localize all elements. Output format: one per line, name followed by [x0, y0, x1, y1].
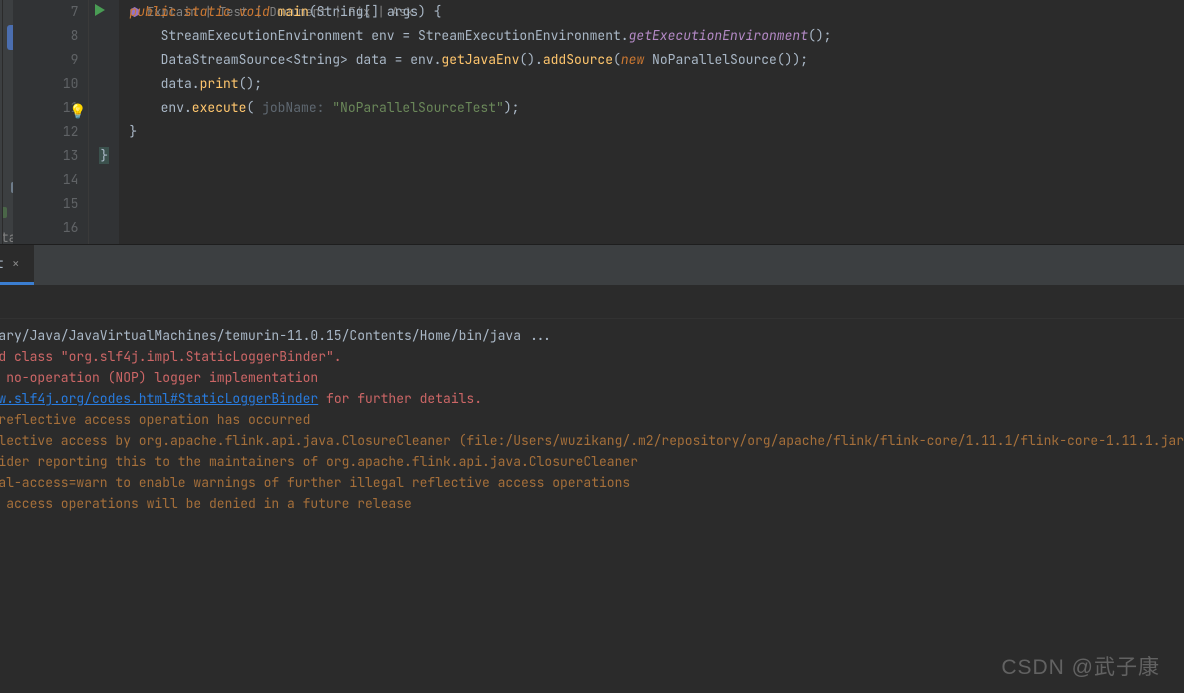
console-line: WARNING: Illegal reflective access by or… — [0, 430, 1184, 451]
console-line: WARNING: An illegal reflective access op… — [0, 409, 1184, 430]
line-number: 10 — [13, 72, 78, 96]
console-line: SLF4J: See http://www.slf4j.org/codes.ht… — [0, 388, 1184, 409]
line-number: 14 — [13, 168, 78, 192]
line-number: 13 — [13, 144, 78, 168]
run-toolbar: ↻ 📷 ⎘ ⏲ ⋮ — [0, 285, 1184, 319]
tree-item-streamfromkafka[interactable]: StreamFromKafka — [3, 75, 14, 100]
run-tool-window: Run NoParallelSourceTest × ↻ 📷 ⎘ ⏲ ⋮ ↑ ↓ — [0, 244, 1184, 693]
tree-item-wordcountserver[interactable]: WordcountServer — [3, 150, 14, 175]
console-line: 8> 7 — [0, 619, 1184, 640]
console-output[interactable]: /Users/wuzikang/Library/Java/JavaVirtual… — [0, 319, 1184, 693]
intention-bulb-icon[interactable]: 💡 — [69, 100, 86, 124]
line-number: 7 — [13, 0, 78, 24]
code-line[interactable]: } — [99, 144, 1184, 168]
console-line: SLF4J: Defaulting to no-operation (NOP) … — [0, 367, 1184, 388]
slf4j-link[interactable]: http://www.slf4j.org/codes.html#StaticLo… — [0, 390, 318, 407]
tree-item-resources[interactable]: resources — [3, 175, 14, 200]
line-number: 8 — [13, 24, 78, 48]
line-number: 15 — [13, 192, 78, 216]
console-line: WARNING: Please consider reporting this … — [0, 451, 1184, 472]
tree-item-wordcount2[interactable]: WordCount2 — [3, 125, 14, 150]
watermark: CSDN @武子康 — [1001, 651, 1160, 681]
tab-label: NoParallelSourceTest — [0, 255, 4, 272]
console-line: WARNING: All illegal access operations w… — [0, 493, 1184, 514]
run-config-tab[interactable]: NoParallelSourceTest × — [0, 245, 34, 285]
code-line[interactable]: public static void main(String[] args) { — [129, 0, 1184, 24]
code-line[interactable]: data.print(); — [129, 72, 1184, 96]
console-line: 4> 3 — [0, 535, 1184, 556]
console-line: 6> 5 — [0, 577, 1184, 598]
console-line: /Users/wuzikang/Library/Java/JavaVirtual… — [0, 325, 1184, 346]
code-line[interactable]: 💡 env.execute( jobName: "NoParallelSourc… — [129, 96, 1184, 120]
run-tabs: Run NoParallelSourceTest × — [0, 245, 1184, 285]
code-editor[interactable]: 7 8 9 10 11 12 13 14 15 16 ⬢ Explain | T… — [13, 0, 1184, 244]
tree-item-noparallelsource[interactable]: NoParallelSource — [3, 0, 14, 25]
code-line[interactable]: DataStreamSource<String> data = env.getJ… — [129, 48, 1184, 72]
tree-item-test[interactable]: ›test — [3, 200, 14, 225]
console-line: WARNING: Use --illegal-access=warn to en… — [0, 472, 1184, 493]
folder-icon — [3, 207, 7, 218]
console-line: 5> 4 — [0, 556, 1184, 577]
console-line: SLF4J: Failed to load class "org.slf4j.i… — [0, 346, 1184, 367]
close-tab-icon[interactable]: × — [12, 255, 20, 272]
console-line: 7> 6 — [0, 598, 1184, 619]
line-number: 9 — [13, 48, 78, 72]
tree-item-noparallelsourcetest[interactable]: NoParallelSourceTest — [7, 25, 14, 50]
tree-item-wordcount[interactable]: WordCount — [3, 100, 14, 125]
console-line: 3> 2 — [0, 514, 1184, 535]
run-gutter-icon[interactable] — [95, 4, 105, 16]
line-number: 16 — [13, 216, 78, 240]
code-line[interactable]: } — [129, 120, 1184, 144]
code-line[interactable]: StreamExecutionEnvironment env = StreamE… — [129, 24, 1184, 48]
tree-item-streamfromcollection[interactable]: StreamFromCollection — [3, 50, 14, 75]
